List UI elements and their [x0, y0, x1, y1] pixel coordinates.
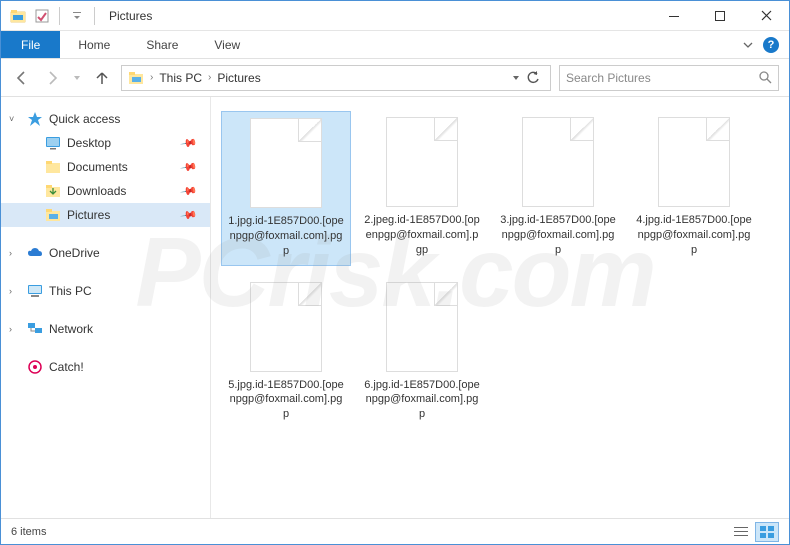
chevron-right-icon[interactable]: › — [150, 72, 153, 83]
expand-ribbon-icon[interactable] — [743, 40, 753, 50]
address-bar[interactable]: › This PC › Pictures — [121, 65, 551, 91]
file-name: 3.jpg.id-1E857D00.[openpgp@foxmail.com].… — [497, 213, 619, 258]
folder-icon — [45, 159, 61, 175]
pin-icon: 📌 — [180, 134, 199, 153]
search-input[interactable]: Search Pictures — [559, 65, 779, 91]
forward-button[interactable] — [41, 67, 63, 89]
window-title: Pictures — [109, 9, 152, 23]
details-view-button[interactable] — [729, 522, 753, 542]
back-button[interactable] — [11, 67, 33, 89]
sidebar-item-label: Catch! — [49, 360, 84, 374]
separator — [94, 7, 95, 25]
sidebar-item-label: Network — [49, 322, 93, 336]
titlebar: Pictures — [1, 1, 789, 31]
file-item[interactable]: 5.jpg.id-1E857D00.[openpgp@foxmail.com].… — [221, 276, 351, 429]
sidebar-item-label: Quick access — [49, 112, 120, 126]
onedrive-icon — [27, 245, 43, 261]
ribbon: File Home Share View ? — [1, 31, 789, 59]
breadcrumb-pictures[interactable]: Pictures — [217, 71, 260, 85]
status-bar: 6 items — [1, 518, 789, 544]
sidebar-item-documents[interactable]: Documents 📌 — [1, 155, 210, 179]
qat-dropdown-icon[interactable] — [68, 7, 86, 25]
caption-buttons — [651, 1, 789, 31]
chevron-down-icon[interactable]: ˅ — [9, 114, 14, 124]
folder-icon — [45, 207, 61, 223]
explorer-icon — [9, 7, 27, 25]
help-icon[interactable]: ? — [763, 37, 779, 53]
sidebar-item-label: Pictures — [67, 208, 110, 222]
folder-icon — [128, 70, 144, 86]
file-item[interactable]: 2.jpeg.id-1E857D00.[openpgp@foxmail.com]… — [357, 111, 487, 266]
file-name: 4.jpg.id-1E857D00.[openpgp@foxmail.com].… — [633, 213, 755, 258]
file-icon — [250, 282, 322, 372]
file-view[interactable]: 1.jpg.id-1E857D00.[openpgp@foxmail.com].… — [211, 97, 789, 518]
refresh-icon[interactable] — [526, 71, 540, 85]
chevron-right-icon[interactable]: › — [9, 286, 12, 296]
tab-share[interactable]: Share — [128, 31, 196, 58]
file-name: 5.jpg.id-1E857D00.[openpgp@foxmail.com].… — [225, 378, 347, 423]
sidebar-item-pictures[interactable]: Pictures 📌 — [1, 203, 210, 227]
chevron-right-icon[interactable]: › — [9, 324, 12, 334]
file-tab[interactable]: File — [1, 31, 60, 58]
item-count: 6 items — [11, 526, 46, 538]
file-icon — [250, 118, 322, 208]
thumbnails-view-button[interactable] — [755, 522, 779, 542]
file-item[interactable]: 4.jpg.id-1E857D00.[openpgp@foxmail.com].… — [629, 111, 759, 266]
sidebar-item-desktop[interactable]: Desktop 📌 — [1, 131, 210, 155]
chevron-right-icon[interactable]: › — [208, 72, 211, 83]
sidebar-item-label: This PC — [49, 284, 92, 298]
separator — [59, 7, 60, 25]
search-icon — [759, 71, 772, 84]
file-name: 2.jpeg.id-1E857D00.[openpgp@foxmail.com]… — [361, 213, 483, 258]
file-name: 1.jpg.id-1E857D00.[openpgp@foxmail.com].… — [226, 214, 346, 259]
sidebar-thispc[interactable]: › This PC — [1, 279, 210, 303]
close-button[interactable] — [743, 1, 789, 31]
pin-icon: 📌 — [180, 158, 199, 177]
sidebar-item-label: Documents — [67, 160, 128, 174]
maximize-button[interactable] — [697, 1, 743, 31]
sidebar-onedrive[interactable]: › OneDrive — [1, 241, 210, 265]
file-item[interactable]: 3.jpg.id-1E857D00.[openpgp@foxmail.com].… — [493, 111, 623, 266]
sidebar-item-label: Desktop — [67, 136, 111, 150]
file-icon — [386, 117, 458, 207]
sidebar-network[interactable]: › Network — [1, 317, 210, 341]
sidebar-item-downloads[interactable]: Downloads 📌 — [1, 179, 210, 203]
network-icon — [27, 321, 43, 337]
file-name: 6.jpg.id-1E857D00.[openpgp@foxmail.com].… — [361, 378, 483, 423]
file-item[interactable]: 6.jpg.id-1E857D00.[openpgp@foxmail.com].… — [357, 276, 487, 429]
up-button[interactable] — [91, 67, 113, 89]
pin-icon: 📌 — [180, 182, 199, 201]
sidebar-item-label: OneDrive — [49, 246, 100, 260]
file-icon — [658, 117, 730, 207]
tab-home[interactable]: Home — [60, 31, 128, 58]
sidebar-quickaccess[interactable]: ˅ Quick access — [1, 107, 210, 131]
tab-view[interactable]: View — [196, 31, 258, 58]
folder-icon — [45, 183, 61, 199]
catch-icon — [27, 359, 43, 375]
file-icon — [522, 117, 594, 207]
recent-dropdown-icon[interactable] — [71, 67, 83, 89]
thispc-icon — [27, 283, 43, 299]
minimize-button[interactable] — [651, 1, 697, 31]
body: ˅ Quick access Desktop 📌 Documents 📌 Dow… — [1, 97, 789, 518]
sidebar-item-label: Downloads — [67, 184, 126, 198]
navigation-bar: › This PC › Pictures Search Pictures — [1, 59, 789, 97]
star-icon — [27, 111, 43, 127]
explorer-window: Pictures File Home Share View ? — [0, 0, 790, 545]
navigation-pane[interactable]: ˅ Quick access Desktop 📌 Documents 📌 Dow… — [1, 97, 211, 518]
search-placeholder: Search Pictures — [566, 71, 651, 85]
desktop-icon — [45, 135, 61, 151]
chevron-right-icon[interactable]: › — [9, 248, 12, 258]
sidebar-catch[interactable]: Catch! — [1, 355, 210, 379]
pin-icon: 📌 — [180, 206, 199, 225]
breadcrumb-thispc[interactable]: This PC — [159, 71, 202, 85]
properties-icon[interactable] — [33, 7, 51, 25]
quick-access-toolbar: Pictures — [1, 7, 152, 25]
file-icon — [386, 282, 458, 372]
address-dropdown-icon[interactable] — [512, 74, 520, 82]
file-item[interactable]: 1.jpg.id-1E857D00.[openpgp@foxmail.com].… — [221, 111, 351, 266]
